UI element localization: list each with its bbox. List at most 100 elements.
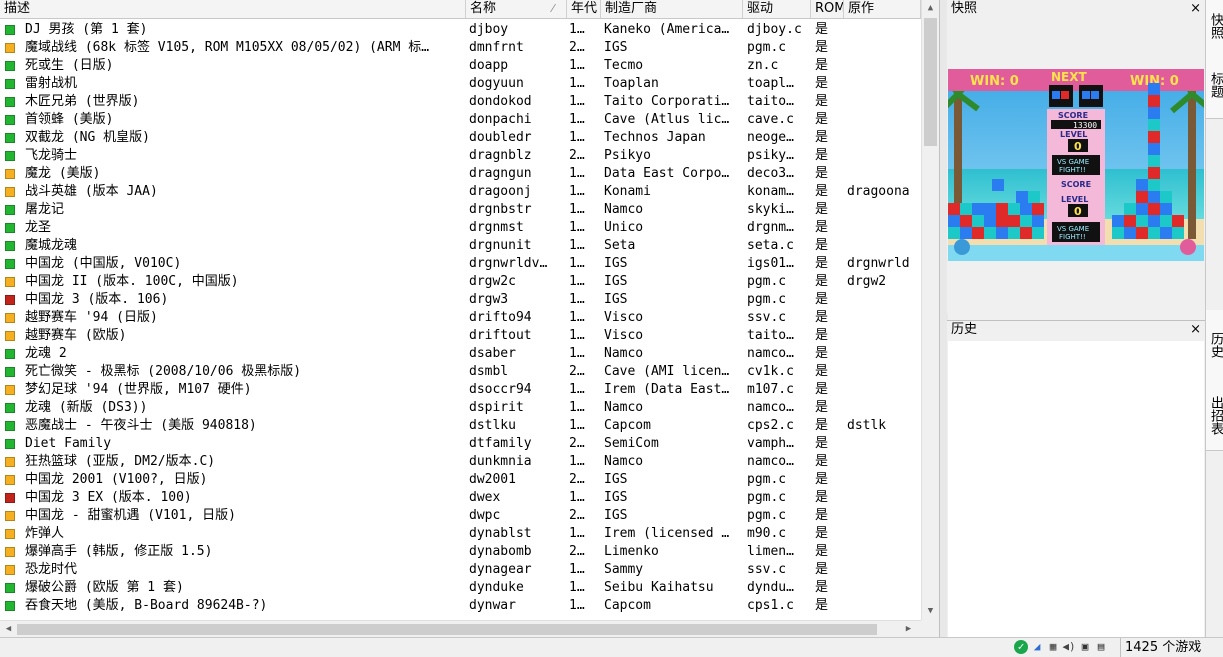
horizontal-scrollbar[interactable]: ◀ ▶ (0, 620, 921, 638)
table-row[interactable]: 中国龙 - 甜蜜机遇 (V101, 日版) dwpc 2… IGS pgm.c 是 (0, 507, 921, 525)
status-icons: ✓ ◢ ▦ ◀) ▣ ▤ (1014, 640, 1110, 655)
list-header: 描述 名称 ⁄ 年代 制造厂商 驱动 ROM 原作 (0, 0, 921, 19)
table-row[interactable]: 爆破公爵 (欧版 第 1 套) dynduke 1… Seibu Kaihatsu dy… (0, 579, 921, 597)
game-clone-of (847, 345, 919, 363)
table-row[interactable]: 木匠兄弟 (世界版) dondokod 1… Taito Corporati… tait… (0, 93, 921, 111)
level-value-top: 0 (1074, 140, 1082, 153)
table-row[interactable]: 吞食天地 (美版, B-Board 89624B-?) dynwar 1… Capco… (0, 597, 921, 615)
table-row[interactable]: 越野赛车 (欧版) driftout 1… Visco taito… 是 (0, 327, 921, 345)
game-name: dynablst (469, 526, 532, 541)
table-row[interactable]: 中国龙 (中国版, V010C) drgnwrldv… 1… IGS igs01… 是 dr… (0, 255, 921, 273)
column-header-rom[interactable]: ROM (811, 0, 844, 18)
table-row[interactable]: 雷射战机 dogyuun 1… Toaplan toapl… 是 (0, 75, 921, 93)
table-row[interactable]: 炸弹人 dynablst 1… Irem (licensed … m90.c 是 (0, 525, 921, 543)
table-row[interactable]: 战斗英雄 (版本 JAA) dragoonj 1… Konami konam… 是 drag… (0, 183, 921, 201)
table-row[interactable]: 飞龙骑士 dragnblz 2… Psikyo psiky… 是 (0, 147, 921, 165)
vertical-scrollbar[interactable]: ▲ ▼ (921, 0, 940, 620)
level-label-bottom: LEVEL (1061, 195, 1088, 204)
scroll-left-button[interactable]: ◀ (0, 621, 17, 638)
scroll-up-button[interactable]: ▲ (922, 0, 939, 17)
game-clone-of (847, 363, 919, 381)
table-row[interactable]: 恶魔战士 - 午夜斗士 (美版 940818) dstlku 1… Capcom cps… (0, 417, 921, 435)
tab-snapshot[interactable]: 快照 (1206, 0, 1223, 53)
column-header-driver[interactable]: 驱动 (743, 0, 811, 18)
table-row[interactable]: 龙魂 (新版 (DS3)) dspirit 1… Namco namco… 是 (0, 399, 921, 417)
game-driver: pgm.c (747, 292, 787, 307)
table-row[interactable]: 魔城龙魂 drgnunit 1… Seta seta.c 是 (0, 237, 921, 255)
table-row[interactable]: 龙圣 drgnmst 1… Unico drgnm… 是 (0, 219, 921, 237)
table-row[interactable]: 魔龙 (美版) dragngun 1… Data East Corpo… deco3… 是 (0, 165, 921, 183)
status-icon (5, 475, 15, 485)
history-close-button[interactable]: × (1190, 321, 1201, 339)
game-description: 龙魂 (新版 (DS3)) (25, 400, 148, 415)
history-content (948, 341, 1204, 637)
table-row[interactable]: 死亡微笑 - 极黑标 (2008/10/06 极黑标版) dsmbl 2… Cave … (0, 363, 921, 381)
game-rom: 是 (815, 418, 829, 433)
game-description: 屠龙记 (25, 202, 65, 217)
game-manufacturer: SemiCom (604, 436, 659, 451)
tab-title[interactable]: 标题 (1206, 52, 1223, 119)
score-label: SCORE (1058, 111, 1088, 120)
game-manufacturer: Namco (604, 202, 644, 217)
game-manufacturer: Irem (Data East… (604, 382, 730, 397)
status-bar: ✓ ◢ ▦ ◀) ▣ ▤ 1425 个游戏 (0, 637, 1223, 657)
game-driver: pgm.c (747, 274, 787, 289)
joystick-icon: ▣ (1081, 640, 1089, 653)
table-row[interactable]: 中国龙 2001 (V100?, 日版) dw2001 2… IGS pgm.c 是 (0, 471, 921, 489)
game-rom: 是 (815, 580, 829, 595)
table-row[interactable]: 恐龙时代 dynagear 1… Sammy ssv.c 是 (0, 561, 921, 579)
table-row[interactable]: 首领蜂 (美版) donpachi 1… Cave (Atlus lic… cave.c… (0, 111, 921, 129)
game-manufacturer: Toaplan (604, 76, 659, 91)
game-name: drgnunit (469, 238, 532, 253)
snapshot-close-button[interactable]: × (1190, 0, 1201, 18)
column-header-year[interactable]: 年代 (567, 0, 601, 18)
table-row[interactable]: 中国龙 3 EX (版本. 100) dwex 1… IGS pgm.c 是 (0, 489, 921, 507)
game-description: 炸弹人 (25, 526, 65, 541)
table-row[interactable]: 屠龙记 drgnbstr 1… Namco skyki… 是 (0, 201, 921, 219)
table-row[interactable]: 死或生 (日版) doapp 1… Tecmo zn.c 是 (0, 57, 921, 75)
table-row[interactable]: 双截龙 (NG 机皇版) doubledr 1… Technos Japan neoge… (0, 129, 921, 147)
table-row[interactable]: 狂热篮球 (亚版, DM2/版本.C) dunkmnia 1… Namco namco…… (0, 453, 921, 471)
column-header-clone-of[interactable]: 原作 (844, 0, 921, 18)
game-manufacturer: Seibu Kaihatsu (604, 580, 714, 595)
table-row[interactable]: 中国龙 II (版本. 100C, 中国版) drgw2c 1… IGS pgm.c 是 d… (0, 273, 921, 291)
table-row[interactable]: DJ 男孩 (第 1 套) djboy 1… Kaneko (America… djbo… (0, 21, 921, 39)
game-list[interactable]: 描述 名称 ⁄ 年代 制造厂商 驱动 ROM 原作 DJ 男孩 (第 1 套) dj… (0, 0, 921, 620)
game-description: 中国龙 3 (版本. 106) (25, 292, 169, 307)
column-header-description[interactable]: 描述 (0, 0, 466, 18)
column-header-name[interactable]: 名称 ⁄ (466, 0, 567, 18)
game-clone-of (847, 147, 919, 165)
level-value-bottom: 0 (1074, 205, 1082, 218)
scroll-right-button[interactable]: ▶ (900, 621, 917, 638)
game-name: driftout (469, 328, 532, 343)
table-row[interactable]: Diet Family dtfamily 2… SemiCom vamph… 是 (0, 435, 921, 453)
game-year: 1… (569, 184, 585, 199)
column-header-manufacturer[interactable]: 制造厂商 (601, 0, 743, 18)
game-description: 中国龙 - 甜蜜机遇 (V101, 日版) (25, 508, 236, 523)
game-year: 1… (569, 526, 585, 541)
game-manufacturer: Konami (604, 184, 651, 199)
table-row[interactable]: 中国龙 3 (版本. 106) drgw3 1… IGS pgm.c 是 (0, 291, 921, 309)
game-manufacturer: IGS (604, 40, 628, 55)
status-icon (5, 529, 15, 539)
game-clone-of (847, 165, 919, 183)
table-row[interactable]: 越野赛车 '94 (日版) drifto94 1… Visco ssv.c 是 (0, 309, 921, 327)
vertical-scroll-thumb[interactable] (924, 18, 937, 146)
tab-move-list[interactable]: 出招表 (1206, 380, 1223, 451)
speaker-icon: ◀) (1062, 640, 1076, 653)
table-row[interactable]: 魔域战线 (68k 标签 V105, ROM M105XX 08/05/02) … (0, 39, 921, 57)
scroll-down-button[interactable]: ▼ (922, 603, 939, 620)
game-manufacturer: Namco (604, 400, 644, 415)
game-name: drgnwrldv… (469, 256, 548, 271)
table-row[interactable]: 爆弹高手 (韩版, 修正版 1.5) dynabomb 2… Limenko limen… (0, 543, 921, 561)
game-manufacturer: Sammy (604, 562, 644, 577)
history-panel-title: 历史 (951, 322, 978, 337)
tab-history[interactable]: 历史 (1206, 310, 1223, 381)
game-clone-of: dragoona (847, 184, 910, 199)
table-row[interactable]: 梦幻足球 '94 (世界版, M107 硬件) dsoccr94 1… Irem (D… (0, 381, 921, 399)
table-row[interactable]: 龙魂 2 dsaber 1… Namco namco… 是 (0, 345, 921, 363)
game-description: 龙魂 2 (25, 346, 67, 361)
game-name: dstlku (469, 418, 516, 433)
game-year: 1… (569, 580, 585, 595)
horizontal-scroll-thumb[interactable] (17, 624, 877, 635)
